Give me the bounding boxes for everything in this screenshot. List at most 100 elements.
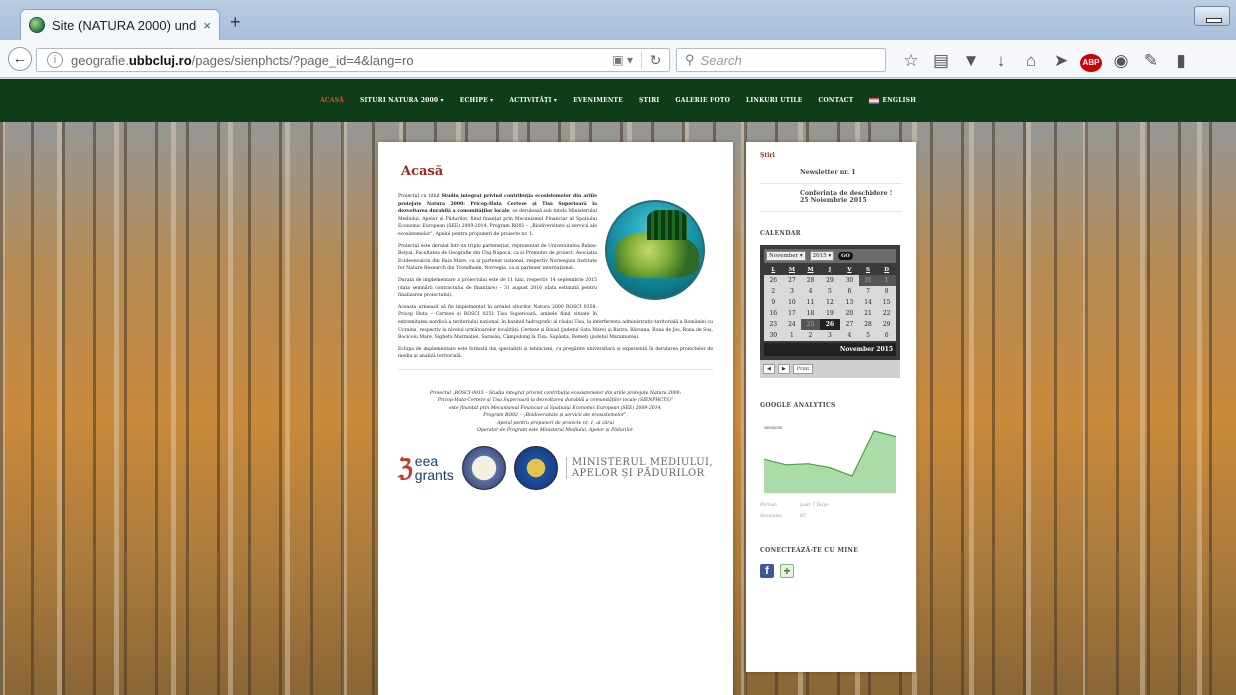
news-link[interactable]: Newsletter nr. 1: [760, 169, 902, 184]
calendar-day[interactable]: 4: [840, 329, 859, 341]
calendar-day[interactable]: 9: [764, 296, 783, 308]
calendar-day[interactable]: 11: [801, 296, 820, 308]
adblock-icon[interactable]: ABP: [1076, 50, 1106, 72]
site-navigation: ACASĂ SITURI NATURA 2000 ▾ ECHIPE ▾ ACTI…: [0, 79, 1236, 122]
tab-close-icon[interactable]: ×: [203, 18, 211, 33]
weekday-header: M: [788, 266, 795, 273]
calendar-day[interactable]: 29: [819, 274, 841, 286]
calendar-day[interactable]: 24: [782, 318, 802, 330]
calendar-day[interactable]: 23: [764, 318, 783, 330]
address-bar[interactable]: i geografie.ubbcluj.ro/pages/sienphcts/?…: [36, 48, 670, 72]
site-info-icon[interactable]: i: [47, 52, 63, 68]
weekday-header: V: [847, 266, 852, 273]
calendar-day[interactable]: 15: [877, 296, 896, 308]
government-seal-logo: [513, 446, 558, 491]
calendar-day[interactable]: 22: [877, 307, 896, 319]
nav-item-stiri[interactable]: ȘTIRI: [639, 97, 659, 104]
calendar-day[interactable]: 3: [819, 329, 841, 341]
calendar-day[interactable]: 21: [858, 307, 878, 319]
calendar-day[interactable]: 6: [877, 329, 896, 341]
minimize-window-button[interactable]: [1194, 6, 1230, 26]
calendar-day[interactable]: 12: [819, 296, 841, 308]
calendar-day[interactable]: 28: [858, 318, 878, 330]
calendar-day[interactable]: 16: [764, 307, 783, 319]
calendar-day[interactable]: 30: [764, 329, 783, 341]
calendar-day[interactable]: 5: [819, 285, 841, 297]
reload-icon[interactable]: ↻: [641, 51, 669, 69]
go-button[interactable]: GO: [838, 251, 853, 260]
nav-item-situri[interactable]: SITURI NATURA 2000 ▾: [360, 97, 444, 104]
ministry-logo: MINISTERUL MEDIULUI, APELOR ȘI PĂDURILOR: [565, 457, 713, 480]
calendar-day[interactable]: 18: [801, 307, 820, 319]
new-tab-button[interactable]: +: [230, 12, 241, 33]
next-month-button[interactable]: ▶: [777, 363, 790, 374]
calendar-footer: November 2015: [764, 342, 896, 356]
url-text[interactable]: geografie.ubbcluj.ro/pages/sienphcts/?pa…: [71, 53, 612, 68]
calendar-title: CALENDAR: [760, 229, 801, 237]
print-button[interactable]: Print: [792, 363, 814, 374]
reader-view-icon[interactable]: ▣ ▾: [612, 53, 633, 67]
calendar-day[interactable]: 27: [840, 318, 859, 330]
back-button[interactable]: ←: [8, 47, 32, 71]
nav-item-evenimente[interactable]: EVENIMENTE: [573, 97, 623, 104]
extension-icon[interactable]: ✎: [1136, 51, 1166, 71]
calendar-day[interactable]: 19: [819, 307, 841, 319]
calendar-day[interactable]: 31: [858, 274, 878, 286]
reading-list-icon[interactable]: ▤: [926, 51, 956, 71]
calendar-day[interactable]: 13: [840, 296, 859, 308]
calendar-day[interactable]: 2: [764, 285, 783, 297]
calendar-day[interactable]: 30: [840, 274, 859, 286]
social-links: f +: [760, 563, 902, 578]
nav-item-galerie[interactable]: GALERIE FOTO: [675, 97, 730, 104]
facebook-icon[interactable]: f: [760, 563, 774, 578]
home-icon[interactable]: ⌂: [1016, 51, 1046, 71]
calendar-day[interactable]: 17: [782, 307, 802, 319]
menu-icon[interactable]: ▮: [1166, 51, 1196, 71]
calendar-day[interactable]: 27: [782, 274, 802, 286]
calendar-day[interactable]: 4: [801, 285, 820, 297]
nav-item-linkuri[interactable]: LINKURI UTILE: [746, 97, 803, 104]
calendar-day[interactable]: 3: [782, 285, 802, 297]
nav-item-contact[interactable]: CONTACT: [819, 97, 854, 104]
chat-icon[interactable]: ◉: [1106, 51, 1136, 71]
year-select[interactable]: 2015 ▾: [809, 250, 835, 261]
analytics-chart: Sessions: [760, 417, 900, 497]
nav-item-activitati[interactable]: ACTIVITĂȚI ▾: [509, 97, 557, 104]
nav-item-echipe[interactable]: ECHIPE ▾: [460, 97, 494, 104]
browser-tab[interactable]: Site (NATURA 2000) under ... ×: [20, 9, 220, 40]
add-plus-icon[interactable]: +: [780, 563, 794, 578]
news-link[interactable]: Conferința de deschidere ! 25 Noiembrie …: [760, 190, 902, 212]
calendar-day[interactable]: 28: [801, 274, 820, 286]
calendar-day[interactable]: 8: [877, 285, 896, 297]
ecosystem-illustration: [603, 193, 713, 313]
calendar-day[interactable]: 10: [782, 296, 802, 308]
send-icon[interactable]: ➤: [1046, 51, 1076, 71]
team-paragraph: Echipa de implementare este formată din …: [398, 346, 713, 360]
search-placeholder: Search: [700, 52, 742, 68]
calendar-day[interactable]: 29: [877, 318, 896, 330]
calendar-day[interactable]: 26: [764, 274, 783, 286]
calendar-day[interactable]: 25: [801, 318, 820, 330]
nav-item-english[interactable]: ENGLISH: [869, 97, 916, 104]
weekday-header: S: [866, 266, 870, 273]
uk-flag-icon: [869, 97, 880, 104]
browser-navbar: ← i geografie.ubbcluj.ro/pages/sienphcts…: [0, 40, 1236, 78]
calendar-day[interactable]: 5: [858, 329, 878, 341]
calendar-day[interactable]: 20: [840, 307, 859, 319]
star-icon[interactable]: ☆: [896, 51, 926, 71]
prev-month-button[interactable]: ◀: [763, 363, 775, 374]
calendar-day[interactable]: 1: [782, 329, 802, 341]
calendar-day[interactable]: 1: [877, 274, 896, 286]
calendar-day[interactable]: 14: [858, 296, 878, 308]
weekday-header: M: [807, 266, 814, 273]
calendar-day[interactable]: 2: [801, 329, 820, 341]
search-input[interactable]: ⚲ Search: [676, 48, 886, 72]
calendar-day[interactable]: 6: [840, 285, 859, 297]
main-content: Acasă Proiectul cu titlul Studiu integra…: [378, 142, 733, 695]
month-select[interactable]: November ▾: [766, 250, 806, 261]
pocket-icon[interactable]: ▼: [956, 51, 986, 71]
calendar-day[interactable]: 26: [819, 318, 841, 330]
calendar-day[interactable]: 7: [858, 285, 878, 297]
download-icon[interactable]: ↓: [986, 51, 1016, 71]
nav-item-acasa[interactable]: ACASĂ: [320, 97, 344, 104]
